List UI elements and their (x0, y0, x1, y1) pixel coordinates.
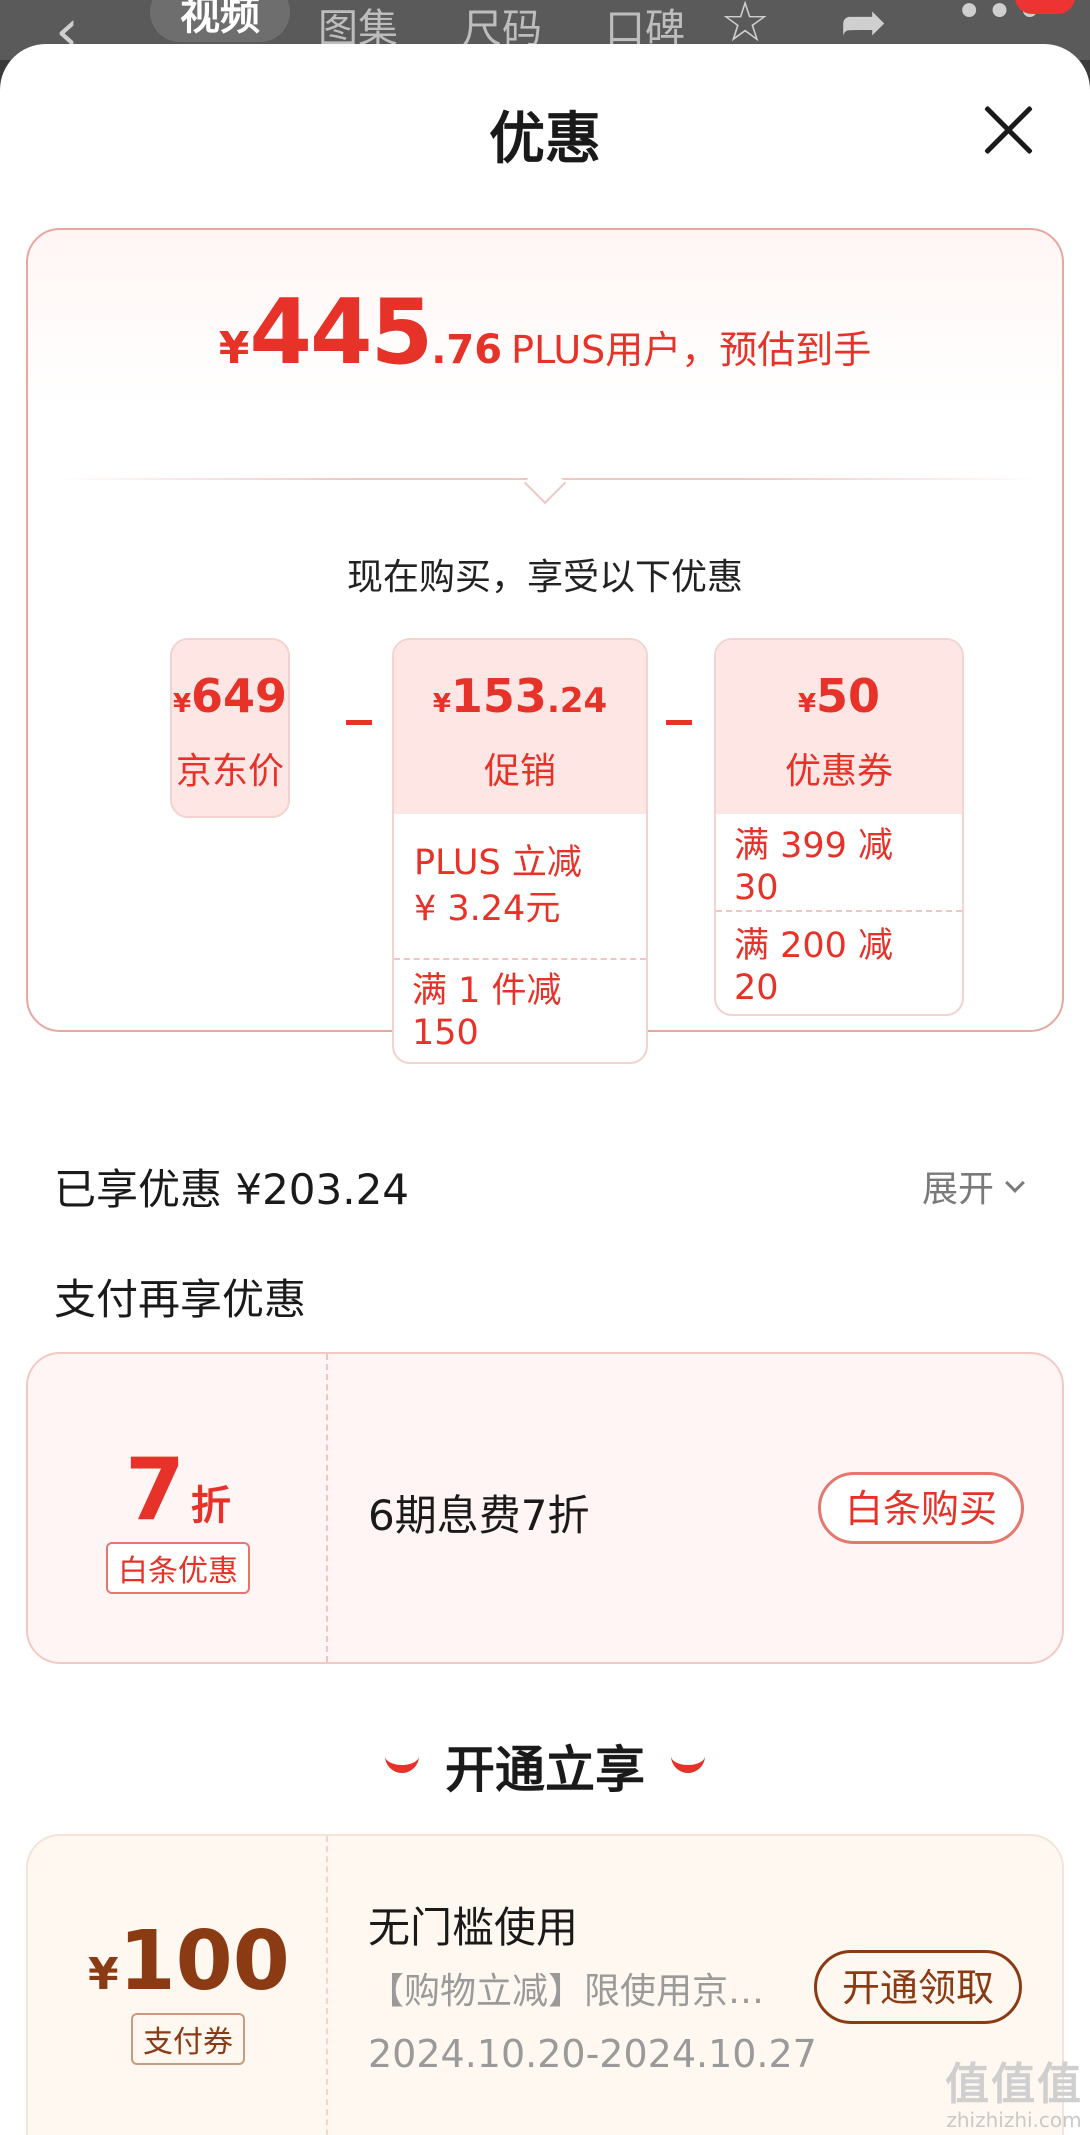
open-section-title: 开通立享 (0, 1730, 1090, 1802)
price-summary-card: ¥445.76 PLUS用户，预估到手 现在购买，享受以下优惠 ¥649 京东价… (26, 228, 1064, 1064)
price-integer: 445 (249, 280, 433, 385)
baitiao-buy-button[interactable]: 白条购买 (818, 1472, 1024, 1544)
coupon-value: 50 (816, 669, 881, 723)
smile-icon (671, 1755, 705, 1773)
payment-coupon-tag: 支付券 (131, 2013, 245, 2065)
notification-badge (1015, 0, 1075, 14)
promo-head: ¥153.24 促销 (394, 640, 646, 814)
discount-unit: 折 (190, 1483, 231, 1529)
expand-label: 展开 (922, 1169, 995, 1210)
enjoyed-discount: 已享优惠 ¥203.24 (54, 1165, 410, 1214)
promo-detail-full-reduce: 满 1 件减 150 (394, 958, 646, 1054)
divider-notch (523, 461, 567, 505)
watermark-logo: 值值值 (945, 2059, 1083, 2110)
coupon-head: ¥50 优惠券 (716, 640, 962, 814)
smile-icon (385, 1755, 419, 1773)
promo-amount: ¥153.24 (394, 640, 646, 730)
promo-amount-int: 153 (450, 669, 547, 723)
jd-price-amount: ¥649 (172, 640, 288, 730)
payment-coupon-value: ¥100 支付券 (88, 1914, 290, 2065)
sheet-title: 优惠 (489, 107, 601, 172)
minus-sign (346, 720, 372, 725)
dashed-separator (326, 1836, 328, 2135)
estimated-price: ¥445.76 PLUS用户，预估到手 (28, 280, 1062, 385)
payment-coupon-amount: 100 (118, 1914, 290, 2009)
discount-sheet: 优惠 ¥445.76 PLUS用户，预估到手 现在购买，享受以下优惠 ¥649 … (0, 44, 1090, 2135)
watermark: 值值值 zhizhizhi.com (944, 2048, 1084, 2132)
coupon-amount: ¥50 (716, 640, 962, 730)
price-label: PLUS用户，预估到手 (511, 328, 872, 372)
jd-price-label: 京东价 (175, 751, 284, 792)
buy-now-text: 现在购买，享受以下优惠 (346, 557, 743, 598)
baitiao-tag: 白条优惠 (106, 1542, 250, 1594)
baitiao-card: 7折 白条优惠 6期息费7折 白条购买 (26, 1352, 1064, 1664)
coupon-detail-2: 满 200 减 20 (716, 910, 962, 1012)
watermark-url: zhizhizhi.com (946, 2108, 1082, 2132)
expand-button[interactable]: 展开 (922, 1160, 1025, 1212)
coupon-box: ¥50 优惠券 满 399 减 30 满 200 减 20 (714, 638, 964, 1016)
minus-sign (666, 720, 692, 725)
currency-symbol: ¥ (88, 1949, 119, 2000)
jd-price-value: 649 (191, 669, 288, 723)
coupon-title: 无门槛使用 (368, 1903, 579, 1952)
promo-label: 促销 (483, 751, 556, 792)
payment-coupon-card: ¥100 支付券 无门槛使用 【购物立减】限使用京… 2024.10.20-20… (26, 1834, 1064, 2135)
promo-detail-line2: ¥ 3.24元 (414, 889, 561, 929)
currency-symbol: ¥ (797, 689, 817, 719)
baitiao-desc: 6期息费7折 (368, 1491, 590, 1540)
jd-price-head: ¥649 京东价 (172, 640, 288, 814)
promo-detail-plus: PLUS 立减 ¥ 3.24元 (394, 814, 646, 958)
coupon-label: 优惠券 (784, 751, 893, 792)
baitiao-discount: 7折 白条优惠 (88, 1440, 268, 1594)
open-title-text: 开通立享 (445, 1741, 645, 1799)
currency-symbol: ¥ (218, 323, 250, 374)
jd-price-box: ¥649 京东价 (170, 638, 290, 818)
close-icon[interactable] (980, 102, 1036, 158)
discount-number: 7 (125, 1440, 185, 1540)
pay-section-title: 支付再享优惠 (54, 1275, 307, 1324)
promo-box: ¥153.24 促销 PLUS 立减 ¥ 3.24元 满 1 件减 150 (392, 638, 648, 1064)
price-decimal: .76 (431, 327, 503, 373)
currency-symbol: ¥ (432, 689, 451, 719)
coupon-detail-1: 满 399 减 30 (734, 825, 894, 908)
coupon-validity: 2024.10.20-2024.10.27 (368, 2032, 817, 2076)
promo-amount-dec: .24 (546, 681, 608, 721)
open-claim-button[interactable]: 开通领取 (814, 1950, 1022, 2024)
tab-video[interactable]: 视频 (150, 0, 290, 42)
dashed-separator (326, 1354, 328, 1662)
coupon-subtitle: 【购物立减】限使用京… (368, 1971, 765, 2012)
chevron-down-icon (1005, 1173, 1025, 1193)
tab-video-label: 视频 (180, 0, 260, 39)
currency-symbol: ¥ (172, 689, 192, 719)
promo-detail-line1: PLUS 立减 (414, 843, 582, 883)
